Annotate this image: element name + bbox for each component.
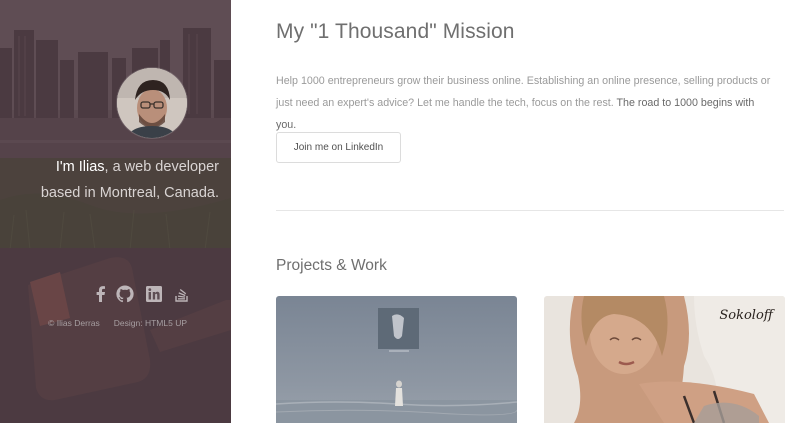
main-content: My "1 Thousand" Mission Help 1000 entrep…: [231, 0, 785, 423]
sidebar-footer: © Ilias Derras Design: HTML5 UP: [48, 318, 187, 328]
section-divider: [276, 210, 784, 211]
intro-text: I'm Ilias, a web developer based in Mont…: [10, 154, 219, 206]
intro-location: based in Montreal, Canada.: [40, 185, 219, 201]
intro-name: I'm Ilias: [55, 159, 105, 175]
projects-title: Projects & Work: [276, 257, 387, 274]
social-links: [0, 284, 231, 306]
mission-text: Help 1000 entrepreneurs grow their busin…: [276, 70, 776, 136]
github-icon[interactable]: [115, 284, 135, 304]
intro-role: , a web developer: [104, 159, 219, 175]
footer-copyright: © Ilias Derras: [48, 318, 100, 328]
linkedin-icon[interactable]: [144, 284, 164, 304]
mission-title: My "1 Thousand" Mission: [276, 20, 515, 43]
sokoloff-logo: Sokoloff: [719, 308, 773, 323]
avatar-photo: [117, 68, 187, 138]
facebook-icon[interactable]: [91, 284, 111, 304]
footer-design-credit[interactable]: Design: HTML5 UP: [114, 318, 187, 328]
project-card[interactable]: [276, 296, 517, 423]
join-linkedin-button[interactable]: Join me on LinkedIn: [276, 132, 401, 163]
stackoverflow-icon[interactable]: [172, 284, 192, 304]
sidebar: I'm Ilias, a web developer based in Mont…: [0, 0, 231, 423]
project-card[interactable]: Sokoloff: [544, 296, 785, 423]
avatar: [117, 68, 187, 138]
project-thumbnail: [276, 296, 517, 423]
